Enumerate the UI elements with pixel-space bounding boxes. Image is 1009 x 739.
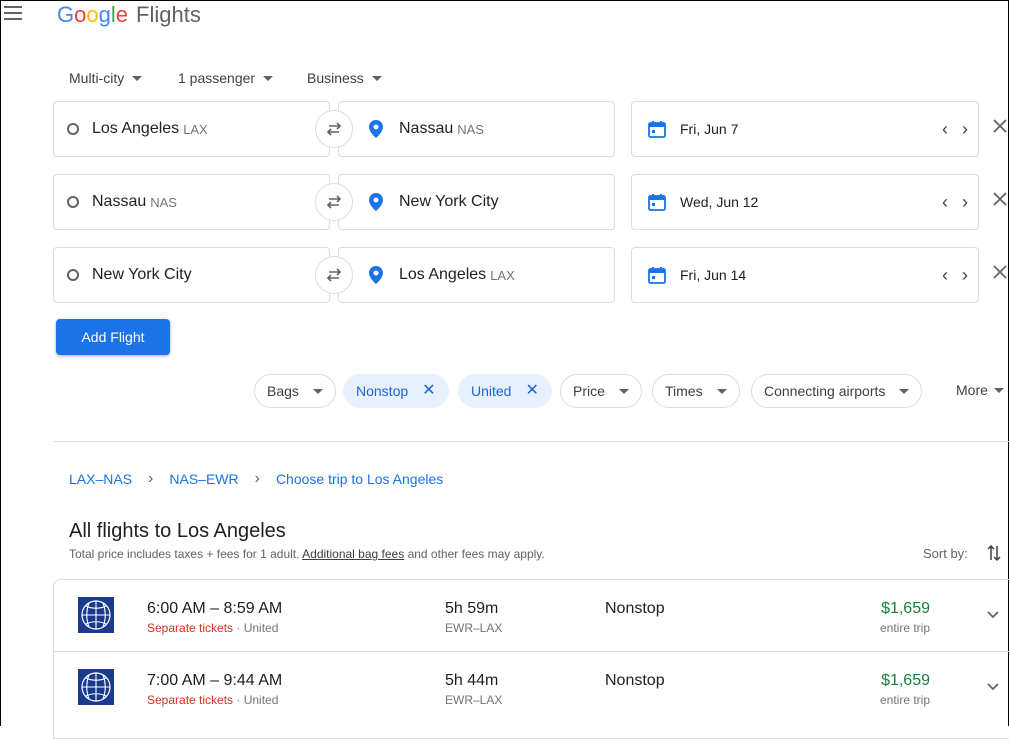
separate-tickets-label: Separate tickets — [147, 621, 234, 635]
leg-2-destination-field[interactable]: New York City — [338, 174, 615, 230]
leg-2-swap-button[interactable] — [315, 183, 353, 221]
remove-leg-2-close-icon[interactable] — [991, 190, 1009, 208]
leg-3-swap-button[interactable] — [315, 256, 353, 294]
expand-chevron-down-icon[interactable] — [986, 608, 1000, 622]
swap-icon — [326, 195, 342, 209]
caret-down-icon — [371, 75, 382, 81]
passengers-dropdown[interactable]: 1 passenger — [178, 68, 274, 88]
filter-chip-connecting-airports[interactable]: Connecting airports — [751, 374, 923, 408]
chevron-right-icon: › — [254, 470, 260, 487]
more-filters-button[interactable]: More — [956, 382, 1004, 398]
divider — [54, 441, 1009, 442]
leg-1-date-field[interactable]: Fri, Jun 7 ‹ › — [631, 101, 979, 157]
section-title: All flights to Los Angeles — [69, 520, 286, 542]
window-border-top — [0, 0, 1009, 1]
previous-date-chevron-icon[interactable]: ‹ — [942, 266, 948, 284]
remove-leg-3-close-icon[interactable] — [991, 263, 1009, 281]
leg-1-origin-field[interactable]: Los Angeles LAX — [53, 101, 330, 157]
location-pin-icon — [369, 266, 383, 284]
leg-3-origin-field[interactable]: New York City — [53, 247, 330, 303]
leg-1-swap-button[interactable] — [315, 110, 353, 148]
swap-icon — [326, 122, 342, 136]
clear-filter-close-icon[interactable]: ✕ — [525, 383, 538, 399]
filter-chip-bags[interactable]: Bags — [254, 374, 336, 408]
price: $1,659 — [881, 672, 930, 689]
bag-fees-link[interactable]: Additional bag fees — [302, 547, 404, 561]
breadcrumb-leg-3[interactable]: Choose trip to Los Angeles — [276, 471, 443, 487]
menu-icon[interactable] — [4, 6, 22, 20]
caret-down-icon — [132, 75, 143, 81]
expand-chevron-down-icon[interactable] — [986, 680, 1000, 694]
location-pin-icon — [369, 120, 383, 138]
google-flights-logo[interactable]: Google Flights — [57, 2, 201, 28]
caret-down-icon — [618, 388, 629, 394]
price-disclaimer: Total price includes taxes + fees for 1 … — [69, 547, 545, 561]
united-airline-logo-icon — [78, 597, 114, 633]
breadcrumb-leg-1[interactable]: LAX–NAS — [69, 471, 132, 487]
previous-date-chevron-icon[interactable]: ‹ — [942, 120, 948, 138]
caret-down-icon — [993, 387, 1004, 393]
leg-1-destination-field[interactable]: Nassau NAS — [338, 101, 615, 157]
flight-row[interactable]: 7:00 AM – 9:44 AM Separate tickets · Uni… — [54, 651, 1009, 723]
filter-chip-united[interactable]: United ✕ — [458, 374, 552, 408]
origin-circle-icon — [67, 123, 79, 135]
leg-3-destination-field[interactable]: Los Angeles LAX — [338, 247, 615, 303]
sort-icon[interactable] — [986, 544, 1002, 562]
flight-row[interactable]: 6:00 AM – 8:59 AM Separate tickets · Uni… — [54, 580, 1009, 651]
leg-2-date-field[interactable]: Wed, Jun 12 ‹ › — [631, 174, 979, 230]
filter-chip-nonstop[interactable]: Nonstop ✕ — [343, 374, 449, 408]
breadcrumb: LAX–NAS › NAS–EWR › Choose trip to Los A… — [69, 470, 443, 488]
trip-type-dropdown[interactable]: Multi-city — [69, 68, 143, 88]
next-date-chevron-icon[interactable]: › — [962, 266, 968, 284]
caret-down-icon — [899, 388, 910, 394]
filter-chip-price[interactable]: Price — [560, 374, 642, 408]
previous-date-chevron-icon[interactable]: ‹ — [942, 193, 948, 211]
breadcrumb-leg-2[interactable]: NAS–EWR — [169, 471, 238, 487]
caret-down-icon — [263, 75, 274, 81]
sort-label: Sort by: — [923, 546, 968, 561]
calendar-icon — [648, 121, 666, 138]
remove-leg-1-close-icon[interactable] — [991, 117, 1009, 135]
leg-2-origin-field[interactable]: Nassau NAS — [53, 174, 330, 230]
chevron-right-icon: › — [148, 470, 154, 487]
origin-circle-icon — [67, 196, 79, 208]
calendar-icon — [648, 267, 666, 284]
filter-chip-times[interactable]: Times — [652, 374, 740, 408]
location-pin-icon — [369, 193, 383, 211]
separate-tickets-label: Separate tickets — [147, 693, 234, 707]
cabin-class-dropdown[interactable]: Business — [307, 68, 382, 88]
united-airline-logo-icon — [78, 669, 114, 705]
origin-circle-icon — [67, 269, 79, 281]
price: $1,659 — [881, 600, 930, 617]
window-border-left — [0, 0, 1, 726]
calendar-icon — [648, 194, 666, 211]
product-name: Flights — [136, 2, 201, 27]
caret-down-icon — [716, 388, 727, 394]
caret-down-icon — [312, 388, 323, 394]
next-date-chevron-icon[interactable]: › — [962, 193, 968, 211]
flight-results-list: 6:00 AM – 8:59 AM Separate tickets · Uni… — [53, 579, 1009, 739]
next-date-chevron-icon[interactable]: › — [962, 120, 968, 138]
clear-filter-close-icon[interactable]: ✕ — [422, 383, 435, 399]
add-flight-button[interactable]: Add Flight — [56, 319, 170, 355]
swap-icon — [326, 268, 342, 282]
leg-3-date-field[interactable]: Fri, Jun 14 ‹ › — [631, 247, 979, 303]
